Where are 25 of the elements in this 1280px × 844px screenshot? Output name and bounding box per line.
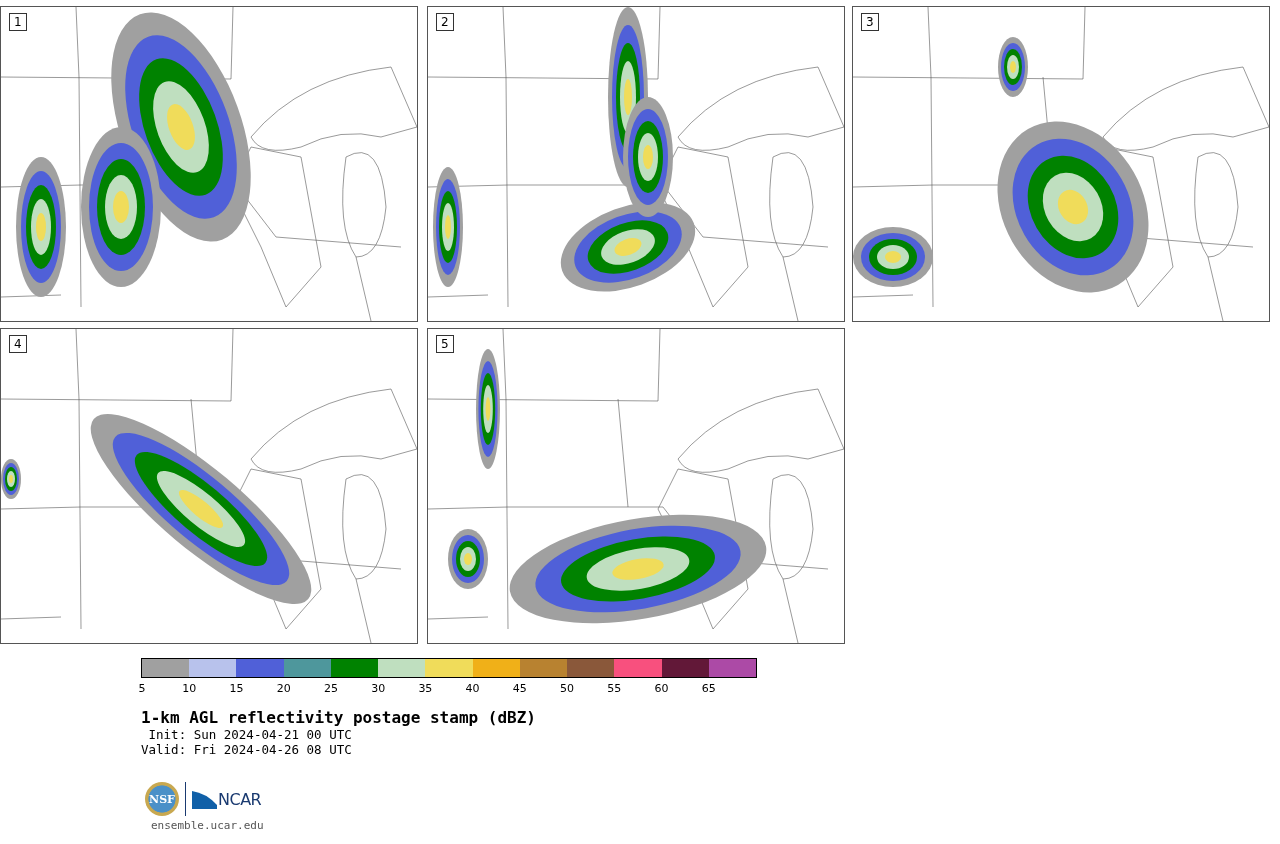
logo-text: NCAR: [218, 789, 262, 809]
valid-time: Valid: Fri 2024-04-26 08 UTC: [141, 742, 353, 757]
scale-tick-label: 45: [512, 682, 527, 695]
swoosh-icon: [192, 790, 217, 809]
chart-title: 1-km AGL reflectivity postage stamp (dBZ): [141, 708, 537, 727]
scale-tick-label: 5: [138, 682, 146, 695]
scale-tick-label: 30: [371, 682, 386, 695]
scale-tick-label: 60: [654, 682, 669, 695]
scale-tick-label: 55: [607, 682, 622, 695]
init-time: Init: Sun 2024-04-21 00 UTC: [147, 727, 353, 742]
panel-number: 3: [861, 13, 879, 31]
scale-tick-label: 25: [323, 682, 338, 695]
scale-tick-label: 20: [276, 682, 291, 695]
panel-number: 2: [436, 13, 454, 31]
panel-number: 4: [9, 335, 27, 353]
scale-tick-label: 50: [560, 682, 575, 695]
scale-tick-label: 10: [182, 682, 197, 695]
scale-tick-label: 65: [701, 682, 716, 695]
seal-logo: NSF: [145, 782, 179, 816]
panel-number: 1: [9, 13, 27, 31]
scale-tick-label: 15: [229, 682, 244, 695]
website-url: ensemble.ucar.edu: [151, 819, 265, 832]
scale-tick-label: 35: [418, 682, 433, 695]
panel-number: 5: [436, 335, 454, 353]
scale-tick-label: 40: [465, 682, 480, 695]
